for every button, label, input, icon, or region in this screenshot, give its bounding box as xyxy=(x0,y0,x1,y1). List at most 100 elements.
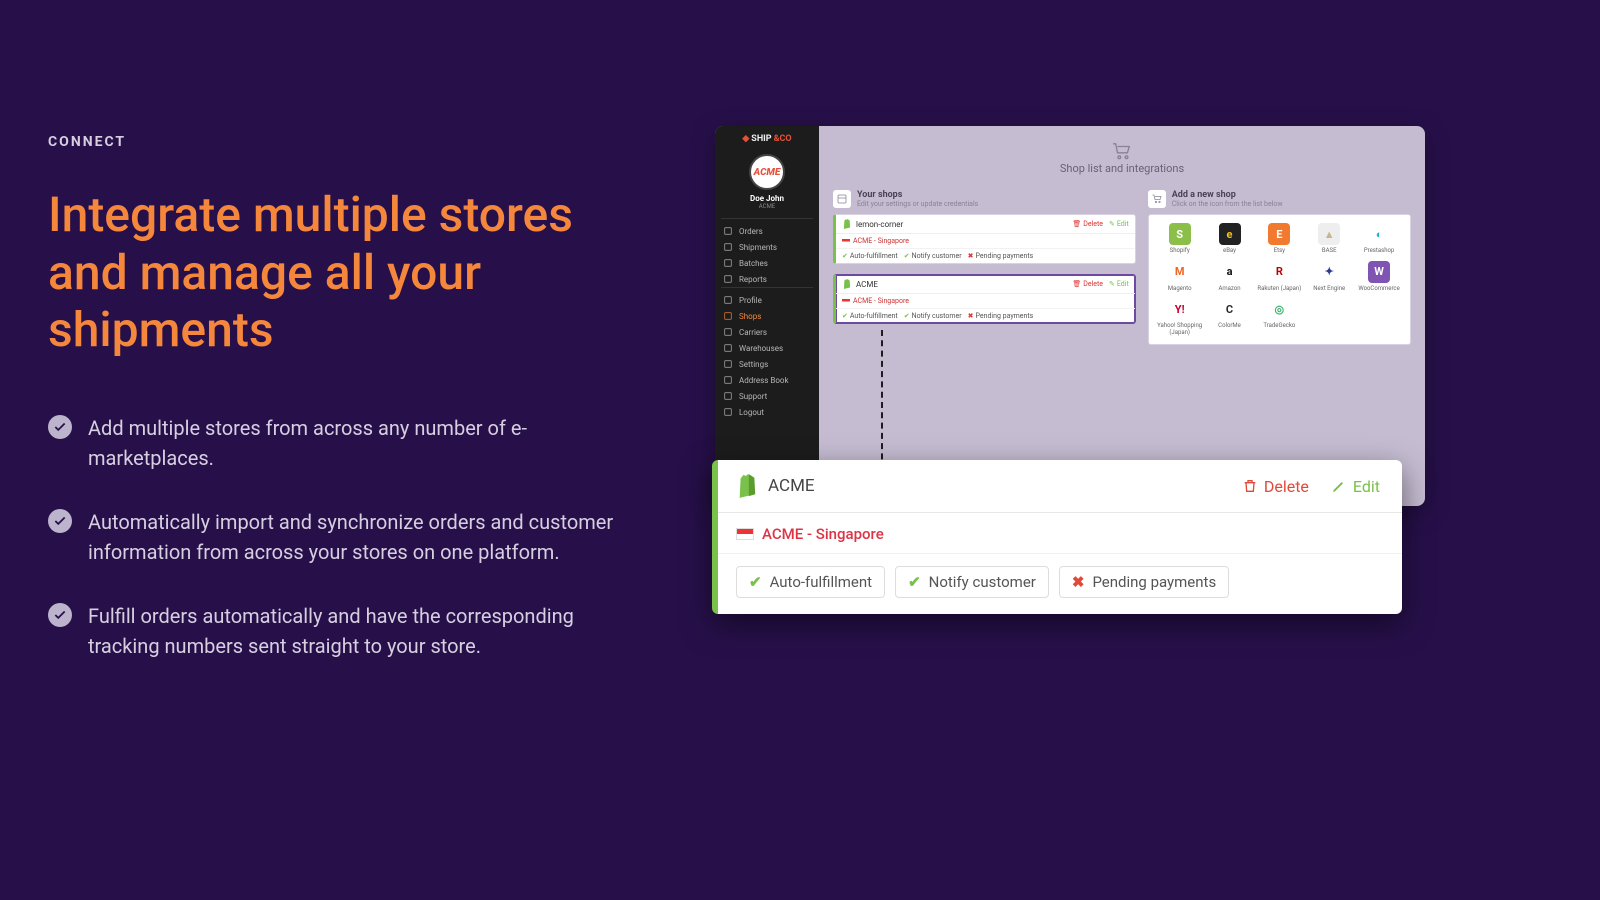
integration-colorme[interactable]: C ColorMe xyxy=(1207,298,1253,336)
sidebar-item-address book[interactable]: Address Book xyxy=(715,372,819,388)
shop-tag: ✔ Notify customer xyxy=(904,312,962,320)
integration-amazon[interactable]: a Amazon xyxy=(1207,261,1253,293)
integration-icon: M xyxy=(1169,261,1191,283)
flag-icon xyxy=(736,528,754,540)
logo-text-b: &CO xyxy=(774,134,792,144)
integration-icon: W xyxy=(1368,261,1390,283)
integration-woocommerce[interactable]: W WooCommerce xyxy=(1356,261,1402,293)
status-pill: ✖ Pending payments xyxy=(1059,566,1229,598)
delete-label: Delete xyxy=(1083,220,1103,228)
integration-ebay[interactable]: e eBay xyxy=(1207,223,1253,255)
integration-icon: ◐ xyxy=(1368,223,1390,245)
edit-button[interactable]: ✎ Edit xyxy=(1109,280,1129,288)
edit-label: Edit xyxy=(1117,280,1129,288)
integration-label: WooCommerce xyxy=(1358,286,1399,293)
shop-name: lemon-corner xyxy=(856,220,903,229)
integration-icon: S xyxy=(1169,223,1191,245)
page-title: Shop list and integrations xyxy=(1060,162,1184,175)
integration-icon: C xyxy=(1219,298,1241,320)
app-screenshot: ◆ SHIP&CO ACME Doe John ACME OrdersShipm… xyxy=(715,126,1425,506)
main-panel: Shop list and integrations Your shops Ed… xyxy=(819,126,1425,506)
integration-rakuten-japan-[interactable]: R Rakuten (Japan) xyxy=(1256,261,1302,293)
shop-tag: ✖ Pending payments xyxy=(968,252,1034,260)
sidebar-item-support[interactable]: Support xyxy=(715,388,819,404)
bullet-text: Fulfill orders automatically and have th… xyxy=(88,601,618,661)
add-shop-title: Add a new shop xyxy=(1172,190,1283,200)
integration-label: TradeGecko xyxy=(1263,323,1295,330)
check-icon xyxy=(48,415,72,439)
bullet-item: Fulfill orders automatically and have th… xyxy=(48,601,618,661)
integration-icon: Y! xyxy=(1169,298,1191,320)
status-pill: ✔ Auto-fulfillment xyxy=(736,566,885,598)
sidebar-item-carriers[interactable]: Carriers xyxy=(715,324,819,340)
integrations-grid: S Shopify e eBay E Etsy ▲ BASE ◐ Prestas… xyxy=(1148,214,1411,345)
edit-button[interactable]: Edit xyxy=(1331,477,1380,496)
sidebar-item-batches[interactable]: Batches xyxy=(715,255,819,271)
integration-label: eBay xyxy=(1223,248,1236,255)
sidebar-item-shops[interactable]: Shops xyxy=(715,308,819,324)
integration-icon: ✦ xyxy=(1318,261,1340,283)
sidebar-item-label: Settings xyxy=(739,360,768,369)
integration-label: Yahoo! Shopping (Japan) xyxy=(1157,323,1203,336)
sidebar-item-label: Carriers xyxy=(739,328,767,337)
integration-label: BASE xyxy=(1322,248,1337,255)
integration-next-engine[interactable]: ✦ Next Engine xyxy=(1306,261,1352,293)
sidebar-item-label: Support xyxy=(739,392,767,401)
integration-label: Amazon xyxy=(1218,286,1240,293)
sidebar-item-shipments[interactable]: Shipments xyxy=(715,239,819,255)
shopify-icon xyxy=(842,219,852,229)
bullet-item: Automatically import and synchronize ord… xyxy=(48,507,618,567)
delete-button[interactable]: 🗑 Delete xyxy=(1072,280,1103,288)
delete-button[interactable]: 🗑 Delete xyxy=(1072,220,1103,228)
integration-yahoo-shopping-japan-[interactable]: Y! Yahoo! Shopping (Japan) xyxy=(1157,298,1203,336)
sidebar-item-warehouses[interactable]: Warehouses xyxy=(715,340,819,356)
check-icon: ✔ xyxy=(908,573,921,591)
delete-button[interactable]: Delete xyxy=(1242,477,1309,496)
callout-arrow xyxy=(881,330,883,480)
shop-subtitle: ACME - Singapore xyxy=(853,237,909,245)
shop-card[interactable]: lemon-corner 🗑 Delete ✎ Edit ACME - Sing… xyxy=(833,214,1136,264)
list-icon xyxy=(833,190,851,208)
flag-icon xyxy=(842,299,850,304)
your-shops-sub: Edit your settings or update credentials xyxy=(857,200,978,208)
sidebar-item-reports[interactable]: Reports xyxy=(715,271,819,287)
check-icon xyxy=(48,603,72,627)
edit-button[interactable]: ✎ Edit xyxy=(1109,220,1129,228)
sidebar-item-orders[interactable]: Orders xyxy=(715,223,819,239)
sidebar-item-label: Address Book xyxy=(739,376,789,385)
integration-shopify[interactable]: S Shopify xyxy=(1157,223,1203,255)
your-shops-header: Your shops Edit your settings or update … xyxy=(833,190,1136,208)
shop-card[interactable]: ACME 🗑 Delete ✎ Edit ACME - Singapore ✔ … xyxy=(833,274,1136,324)
sidebar-item-label: Shipments xyxy=(739,243,777,252)
sidebar-item-settings[interactable]: Settings xyxy=(715,356,819,372)
headline: Integrate multiple stores and manage all… xyxy=(48,186,618,359)
sidebar-item-label: Shops xyxy=(739,312,761,321)
integration-icon: e xyxy=(1219,223,1241,245)
shop-tag: ✖ Pending payments xyxy=(968,312,1034,320)
cart-icon xyxy=(1111,142,1133,160)
integration-icon: a xyxy=(1219,261,1241,283)
integration-label: Etsy xyxy=(1274,248,1285,255)
shopify-icon xyxy=(842,279,852,289)
user-name: Doe John xyxy=(715,194,819,203)
integration-icon: ◎ xyxy=(1268,298,1290,320)
add-shop-header: Add a new shop Click on the icon from th… xyxy=(1148,190,1411,208)
pill-label: Auto-fulfillment xyxy=(770,573,872,591)
integration-base[interactable]: ▲ BASE xyxy=(1306,223,1352,255)
integration-tradegecko[interactable]: ◎ TradeGecko xyxy=(1256,298,1302,336)
integration-etsy[interactable]: E Etsy xyxy=(1256,223,1302,255)
integration-label: ColorMe xyxy=(1218,323,1241,330)
sidebar-account[interactable]: ACME Doe John ACME xyxy=(715,154,819,210)
sidebar-item-logout[interactable]: Logout xyxy=(715,404,819,420)
integration-magento[interactable]: M Magento xyxy=(1157,261,1203,293)
avatar: ACME xyxy=(749,154,785,190)
integration-label: Magento xyxy=(1168,286,1192,293)
bullet-item: Add multiple stores from across any numb… xyxy=(48,413,618,473)
sidebar: ◆ SHIP&CO ACME Doe John ACME OrdersShipm… xyxy=(715,126,819,506)
pencil-icon xyxy=(1331,478,1347,494)
integration-prestashop[interactable]: ◐ Prestashop xyxy=(1356,223,1402,255)
check-icon: ✔ xyxy=(749,573,762,591)
sidebar-item-label: Reports xyxy=(739,275,767,284)
callout-shop-name: ACME xyxy=(768,476,815,496)
sidebar-item-profile[interactable]: Profile xyxy=(715,292,819,308)
